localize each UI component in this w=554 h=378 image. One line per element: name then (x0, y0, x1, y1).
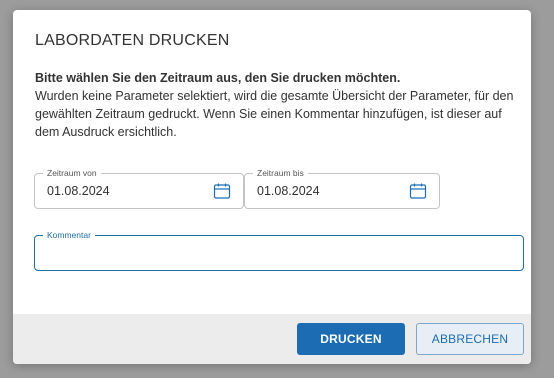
print-button[interactable]: DRUCKEN (297, 323, 405, 355)
date-to-label: Zeitraum bis (253, 167, 308, 179)
calendar-icon[interactable] (213, 182, 231, 200)
date-from-label: Zeitraum von (43, 167, 101, 179)
cancel-button[interactable]: ABBRECHEN (416, 323, 524, 355)
dialog-intro: Bitte wählen Sie den Zeitraum aus, den S… (35, 69, 515, 141)
comment-field[interactable]: Kommentar (34, 229, 524, 271)
dialog-title: LABORDATEN DRUCKEN (35, 32, 230, 49)
date-to-field[interactable]: Zeitraum bis 01.08.2024 (244, 167, 440, 209)
comment-label: Kommentar (43, 229, 95, 241)
date-from-value[interactable]: 01.08.2024 (47, 184, 110, 198)
intro-description: Wurden keine Parameter selektiert, wird … (35, 89, 514, 139)
date-from-field[interactable]: Zeitraum von 01.08.2024 (34, 167, 244, 209)
calendar-icon[interactable] (409, 182, 427, 200)
print-dialog: LABORDATEN DRUCKEN Bitte wählen Sie den … (13, 10, 531, 364)
date-to-value[interactable]: 01.08.2024 (257, 184, 320, 198)
dialog-footer: DRUCKEN ABBRECHEN (13, 314, 531, 364)
intro-heading: Bitte wählen Sie den Zeitraum aus, den S… (35, 71, 401, 85)
